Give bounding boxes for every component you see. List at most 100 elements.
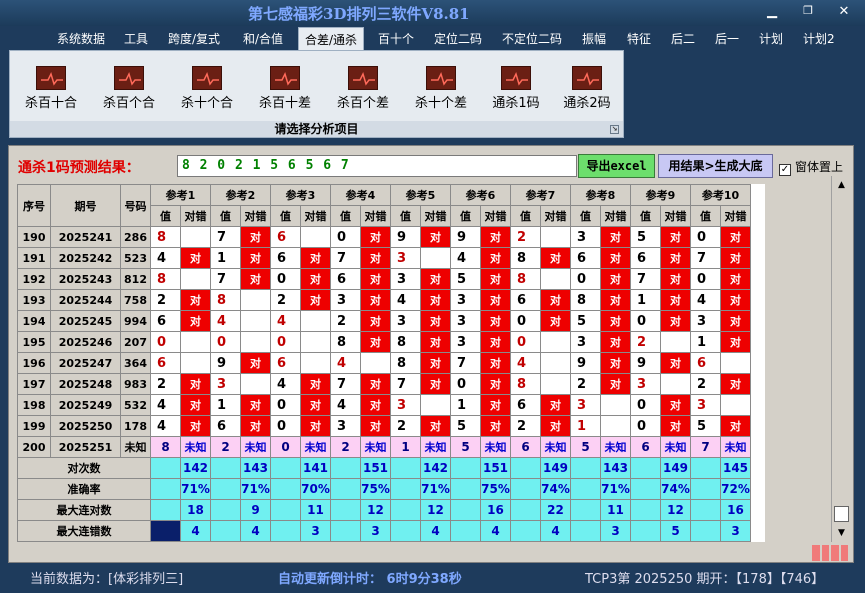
ref-value: 1 [630,289,661,311]
ref-value: 2 [630,331,661,353]
stat-blank [150,520,181,542]
prediction-field[interactable]: 8 2 0 2 1 5 6 5 6 7 [177,155,577,177]
table-row[interactable]: 196 2025247 364 6 9 对 6 4 8 对 7 对 4 9 对 9 对 6 [17,352,751,374]
table-row[interactable]: 194 2025245 994 6 对 4 4 2 对 3 对 3 对 0 对 5 对 0 对 3 对 [17,310,751,332]
table-row[interactable]: 197 2025248 983 2 对 3 4 对 7 对 7 对 0 对 8 2 对 3 2 对 [17,373,751,395]
menu-plan2[interactable]: 计划2 [803,30,835,47]
stat-value: 4 [480,520,511,542]
stat-value: 71% [600,478,631,500]
hit-mark: 对 [420,415,451,437]
expand-icon[interactable]: ↘ [610,125,619,134]
ref-value: 1 [450,394,481,416]
hit-mark: 对 [720,331,751,353]
ref-value: 0 [630,310,661,332]
table-row[interactable]: 191 2025242 523 4 对 1 对 6 对 7 对 3 4 对 8 对 6 对 6 对 7 对 [17,247,751,269]
ref-value: 6 [630,247,661,269]
menu-span[interactable]: 跨度/复式 [168,30,220,47]
hit-mark: 对 [480,331,511,353]
ribbon-btn-kill-bs-sum[interactable]: 杀百十合 [16,66,86,111]
menu-plan[interactable]: 计划 [759,30,783,47]
ref-value: 2 [270,289,301,311]
stat-value: 4 [240,520,271,542]
sub-val: 值 [390,205,421,227]
sub-hit: 对错 [420,205,451,227]
ribbon-btn-kill-1[interactable]: 通杀1码 [481,66,551,111]
hit-mark: 对 [420,268,451,290]
minimize-button[interactable]: ▁ [762,4,782,19]
table-row[interactable]: 199 2025250 178 4 对 6 对 0 对 3 对 2 对 5 对 2 对 1 0 对 5 对 [17,415,751,437]
stat-value: 143 [240,457,271,479]
row-seq: 191 [17,247,51,269]
ref-value: 7 [450,352,481,374]
ref-value: 2 [390,415,421,437]
ribbon-btn-kill-2[interactable]: 通杀2码 [552,66,622,111]
table-row[interactable]: 190 2025241 286 8 7 对 6 0 对 9 对 9 对 2 3 对 5 对 0 对 [17,226,751,248]
hit-mark: 对 [480,415,511,437]
hit-mark: 对 [360,226,391,248]
ref-value: 9 [450,226,481,248]
table-row[interactable]: 195 2025246 207 0 0 0 8 对 8 对 3 对 0 3 对 2 1 对 [17,331,751,353]
ribbon-btn-kill-sg-diff[interactable]: 杀十个差 [406,66,476,111]
ref-value: 4 [390,289,421,311]
hit-mark: 对 [300,373,331,395]
menu-last-one[interactable]: 后一 [715,30,739,47]
ref-value: 4 [150,415,181,437]
ref-value: 0 [630,394,661,416]
restore-button[interactable]: ❐ [798,4,818,17]
prediction-label: 通杀1码预测结果： [18,160,140,176]
pred-value: 1 [390,436,421,458]
menu-amplitude[interactable]: 振幅 [582,30,606,47]
hit-mark: 对 [420,373,451,395]
row-code: 758 [120,289,151,311]
pred-value: 0 [270,436,301,458]
ref-value: 1 [690,331,721,353]
close-button[interactable]: ✕ [834,4,854,19]
hit-mark: 对 [540,247,571,269]
stat-value: 71% [240,478,271,500]
hit-mark [540,331,571,353]
generate-base-button[interactable]: 用结果>生成大底 [658,154,773,178]
ref-header: 参考2 [210,184,271,206]
menu-tools[interactable]: 工具 [124,30,148,47]
vertical-scrollbar[interactable]: ▲ ▼ [831,176,851,542]
results-grid[interactable]: 序号 期号 号码 参考1 参考2 参考3 参考4 参考5 参考6 参考7 参考8 参考9 参考10… [17,184,765,542]
stat-blank [510,478,541,500]
scroll-up-icon[interactable]: ▲ [834,178,849,192]
scroll-thumb[interactable] [834,506,849,522]
menu-hecha-tongsha[interactable]: 合差/通杀 [298,27,365,50]
menu-nopos-two[interactable]: 不定位二码 [502,30,562,47]
menu-last-two[interactable]: 后二 [671,30,695,47]
table-row[interactable]: 193 2025244 758 2 对 8 2 对 3 对 4 对 3 对 6 对 8 对 1 对 4 对 [17,289,751,311]
menu-pos-two[interactable]: 定位二码 [434,30,482,47]
table-row[interactable]: 192 2025243 812 8 7 对 0 对 6 对 3 对 5 对 8 0 对 7 对 0 对 [17,268,751,290]
ribbon-btn-kill-sg-sum[interactable]: 杀十个合 [172,66,242,111]
pin-window-checkbox[interactable]: ✓ 窗体置上 [779,158,843,176]
menu-sum[interactable]: 和/合值 [243,30,283,47]
ribbon-btn-kill-bg-sum[interactable]: 杀百个合 [94,66,164,111]
menu-bai-shi-ge[interactable]: 百十个 [378,30,414,47]
sub-val: 值 [630,205,661,227]
hit-mark [240,373,271,395]
table-row[interactable]: 198 2025249 532 4 对 1 对 0 对 4 对 3 1 对 6 对 3 0 对 3 [17,394,751,416]
stat-value: 3 [300,520,331,542]
row-seq: 193 [17,289,51,311]
sub-hit: 对错 [240,205,271,227]
pred-unknown: 未知 [720,436,751,458]
ref-value: 8 [150,268,181,290]
ref-header: 参考7 [510,184,571,206]
menu-feature[interactable]: 特征 [627,30,651,47]
ref-value: 3 [330,289,361,311]
export-excel-button[interactable]: 导出excel [578,154,655,178]
menu-system-data[interactable]: 系统数据 [57,30,105,47]
ribbon-btn-kill-bs-diff[interactable]: 杀百十差 [250,66,320,111]
row-period: 2025247 [50,352,121,374]
row-code: 未知 [120,436,151,458]
row-code: 286 [120,226,151,248]
stat-value: 151 [480,457,511,479]
scroll-down-icon[interactable]: ▼ [834,526,849,540]
prediction-row[interactable]: 200 2025251 未知 8 未知 2 未知 0 未知 2 未知 1 未知 5 未知 6 未知 5 未知 6 未知 7… [17,436,751,458]
ref-header: 参考10 [690,184,751,206]
hit-mark: 对 [540,289,571,311]
ref-value: 6 [330,268,361,290]
ribbon-btn-kill-bg-diff[interactable]: 杀百个差 [328,66,398,111]
